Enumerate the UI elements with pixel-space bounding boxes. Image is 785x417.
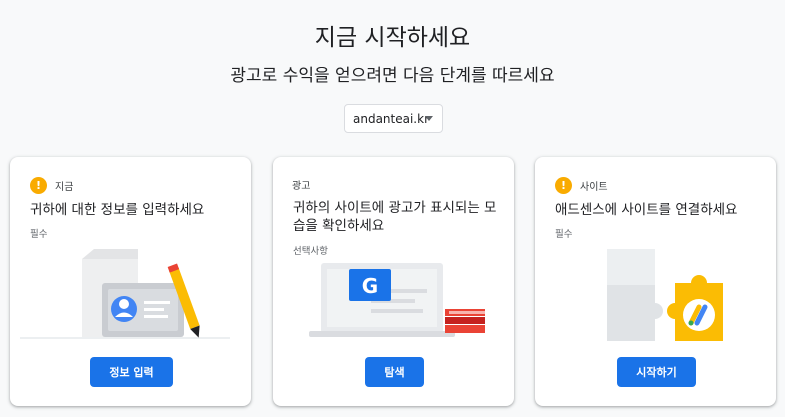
- laptop-illustration: G: [309, 263, 485, 337]
- site-dropdown[interactable]: andanteai.kr: [344, 104, 443, 133]
- card-site-title: 애드센스에 사이트를 연결하세요: [555, 202, 738, 218]
- site-dropdown-value: andanteai.kr: [353, 111, 430, 126]
- card-ads-tag: 광고: [292, 181, 311, 192]
- card-ads: 광고 귀하의 사이트에 광고가 표시되는 모습을 확인하세요 선택사항 G 탐색: [273, 157, 514, 406]
- card-info: ! 지금 귀하에 대한 정보를 입력하세요 필수 정보 입력: [10, 157, 251, 406]
- svg-text:G: G: [362, 274, 378, 298]
- profile-card-illustration: [20, 249, 230, 339]
- card-site-header: ! 사이트: [555, 177, 608, 194]
- puzzle-illustration: [607, 249, 723, 341]
- card-info-tag: 지금: [55, 182, 74, 193]
- get-started-button[interactable]: 시작하기: [617, 357, 696, 387]
- card-ads-header: 광고: [292, 177, 310, 192]
- card-info-note: 필수: [30, 229, 48, 240]
- warning-icon: !: [30, 177, 47, 194]
- card-info-header: ! 지금: [30, 177, 73, 194]
- card-site-tag: 사이트: [580, 182, 608, 193]
- page-title: 지금 시작하세요: [314, 25, 471, 51]
- warning-icon: !: [555, 177, 572, 194]
- explore-button[interactable]: 탐색: [365, 357, 424, 387]
- page-subtitle: 광고로 수익을 얻으려면 다음 단계를 따르세요: [230, 66, 555, 86]
- card-info-title: 귀하에 대한 정보를 입력하세요: [30, 202, 205, 218]
- chevron-down-icon: [425, 116, 433, 121]
- enter-info-button[interactable]: 정보 입력: [90, 357, 173, 387]
- card-ads-title: 귀하의 사이트에 광고가 표시되는 모습을 확인하세요: [293, 200, 497, 234]
- card-site: ! 사이트 애드센스에 사이트를 연결하세요 필수 시작하기: [535, 157, 776, 406]
- card-site-note: 필수: [555, 229, 573, 240]
